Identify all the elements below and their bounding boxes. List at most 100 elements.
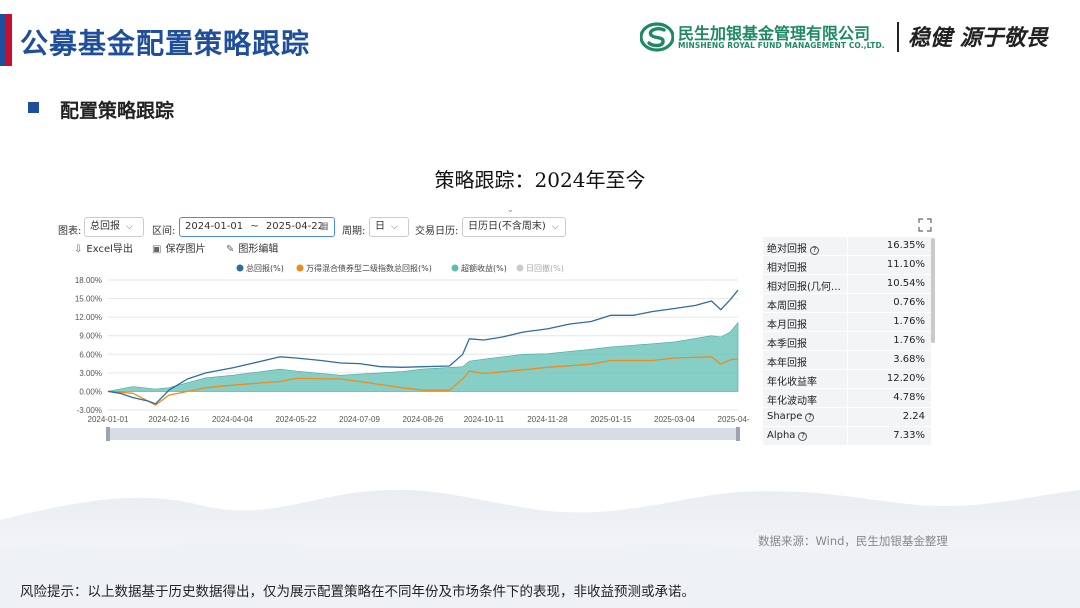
y-tick-label: -3.00% [77, 406, 102, 415]
range-label: 区间: [152, 226, 176, 237]
return-chart: 18.00% 15.00% 12.00% 9.00% 6.00% 3.00% 0.00% -3… [75, 263, 750, 441]
stat-value: 7.33% [893, 430, 925, 441]
image-icon: ▣ [152, 244, 162, 255]
stat-value: 0.76% [893, 297, 925, 308]
header-accent-bar-inner [0, 14, 6, 66]
stat-name-text: 本季回报 [767, 339, 807, 350]
chart-type-value: 总回报 [90, 221, 120, 232]
period-select[interactable]: 日 ⌵ [369, 217, 409, 237]
expand-icon[interactable] [918, 218, 932, 232]
stat-row: Sharpe? 2.24 [763, 408, 931, 427]
stat-cell-separator [847, 313, 848, 332]
x-tick-label: 2024-05-22 [275, 415, 316, 424]
export-icon: ⇩ [74, 244, 83, 255]
stat-name: Alpha? [767, 430, 851, 441]
stat-name: 年化波动率 [767, 392, 851, 407]
y-tick-label: 0.00% [79, 387, 102, 396]
navigator-left-handle [106, 427, 110, 441]
pencil-icon: ✎ [226, 244, 235, 255]
excel-export-button[interactable]: ⇩ Excel导出 [74, 240, 133, 255]
legend-marker [296, 264, 304, 272]
range-navigator [108, 428, 738, 440]
stat-name: 相对回报 [767, 259, 851, 274]
y-tick-label: 3.00% [79, 369, 102, 378]
calendar-icon: ▦ [319, 221, 329, 232]
legend-marker [516, 264, 524, 272]
legend-label: 万得混合债券型二级指数总回报(%) [306, 263, 432, 273]
stat-row: 绝对回报? 16.35% [763, 237, 931, 256]
chart-type-label: 图表: [58, 226, 82, 237]
x-tick-label: 2025-03-04 [654, 415, 695, 424]
x-tick-label: 2024-10-11 [464, 415, 505, 424]
edit-chart-label: 图形编辑 [238, 244, 279, 255]
stat-row: 本月回报 1.76% [763, 313, 931, 332]
save-image-label: 保存图片 [165, 244, 206, 255]
stats-scrollbar[interactable] [931, 238, 935, 343]
help-icon[interactable]: ? [798, 432, 808, 441]
date-range-input[interactable]: 2024-01-01 ~ 2025-04-22 ▦ [179, 217, 335, 237]
calendar-type-label: 交易日历: [415, 226, 459, 237]
page-title: 公募基金配置策略跟踪 [20, 27, 311, 60]
stat-cell-separator [847, 237, 848, 256]
stat-value: 12.20% [886, 373, 925, 384]
stat-value: 1.76% [893, 335, 925, 346]
stat-name-text: 相对回报(几何… [767, 282, 841, 293]
stat-name: 年化收益率 [767, 373, 851, 388]
stat-name-text: 绝对回报 [767, 244, 807, 255]
chevron-down-icon: ⌵ [126, 222, 133, 232]
stat-cell-separator [847, 389, 848, 408]
y-tick-label: 9.00% [79, 332, 102, 341]
range-end: 2025-04-22 [265, 221, 325, 232]
x-tick-label: 2024-11-28 [527, 415, 568, 424]
stat-name-text: Sharpe [767, 411, 803, 422]
calendar-type-select[interactable]: 日历日(不含周末) ⌵ [462, 217, 566, 237]
stat-value: 16.35% [886, 240, 925, 251]
range-start: 2024-01-01 [185, 221, 244, 232]
edit-chart-button[interactable]: ✎ 图形编辑 [226, 240, 278, 255]
help-icon[interactable]: ? [810, 246, 819, 255]
calendar-type-value: 日历日(不含周末) [468, 221, 546, 232]
section-title: 配置策略跟踪 [60, 100, 175, 122]
stat-value: 4.78% [893, 392, 925, 403]
y-tick-label: 12.00% [75, 313, 102, 322]
stat-value: 1.76% [893, 316, 925, 327]
stat-value: 3.68% [893, 354, 925, 365]
company-logo: 民生加银基金管理有限公司 MINSHENG ROYAL FUND MANAGEM… [640, 20, 890, 56]
chart-title: 策略跟踪：2024年至今 [434, 168, 646, 192]
header-divider [897, 22, 899, 52]
legend-label: 日回撤(%) [526, 263, 564, 273]
chart-type-select[interactable]: 总回报 ⌵ [84, 217, 144, 237]
stat-cell-separator [847, 294, 848, 313]
stat-row: 相对回报(几何… 10.54% [763, 275, 931, 294]
stat-name-text: 本周回报 [767, 301, 807, 312]
range-separator: ~ [250, 221, 259, 232]
x-tick-label: 2024-04-04 [212, 415, 253, 424]
period-label: 周期: [342, 226, 366, 237]
stat-value: 2.24 [902, 411, 925, 422]
period-value: 日 [375, 221, 385, 232]
chevron-down-icon: ⌵ [551, 222, 559, 232]
legend-marker [451, 264, 459, 272]
stat-cell-separator [847, 370, 848, 389]
x-tick-label: 2024-07-09 [339, 415, 380, 424]
y-tick-label: 15.00% [75, 295, 102, 304]
help-icon[interactable]: ? [805, 413, 815, 422]
stat-cell-separator [847, 256, 848, 275]
stat-name: 本季回报 [767, 335, 851, 350]
stat-row: 本年回报 3.68% [763, 351, 931, 370]
stat-name-text: 相对回报 [767, 263, 807, 274]
excel-export-label: Excel导出 [86, 244, 133, 255]
stat-row: 年化收益率 12.20% [763, 370, 931, 389]
company-name-en: MINSHENG ROYAL FUND MANAGEMENT CO.,LTD. [678, 41, 885, 50]
stats-table: 绝对回报? 16.35% 相对回报 11.10% 相对回报(几何… 10.54% 本周回报 0… [763, 237, 931, 446]
company-slogan: 稳健 源于敬畏 [908, 25, 1048, 51]
stat-name-text: Alpha [767, 430, 796, 441]
collapse-chevron-icon[interactable]: ⌄ [507, 205, 514, 214]
legend-marker [236, 264, 244, 272]
stat-row: 本周回报 0.76% [763, 294, 931, 313]
x-tick-label: 2025-01-15 [590, 415, 631, 424]
save-image-button[interactable]: ▣ 保存图片 [152, 240, 205, 255]
stat-name-text: 本月回报 [767, 320, 807, 331]
data-source: 数据来源：Wind，民生加银基金整理 [758, 534, 948, 548]
section-bullet [28, 102, 39, 113]
